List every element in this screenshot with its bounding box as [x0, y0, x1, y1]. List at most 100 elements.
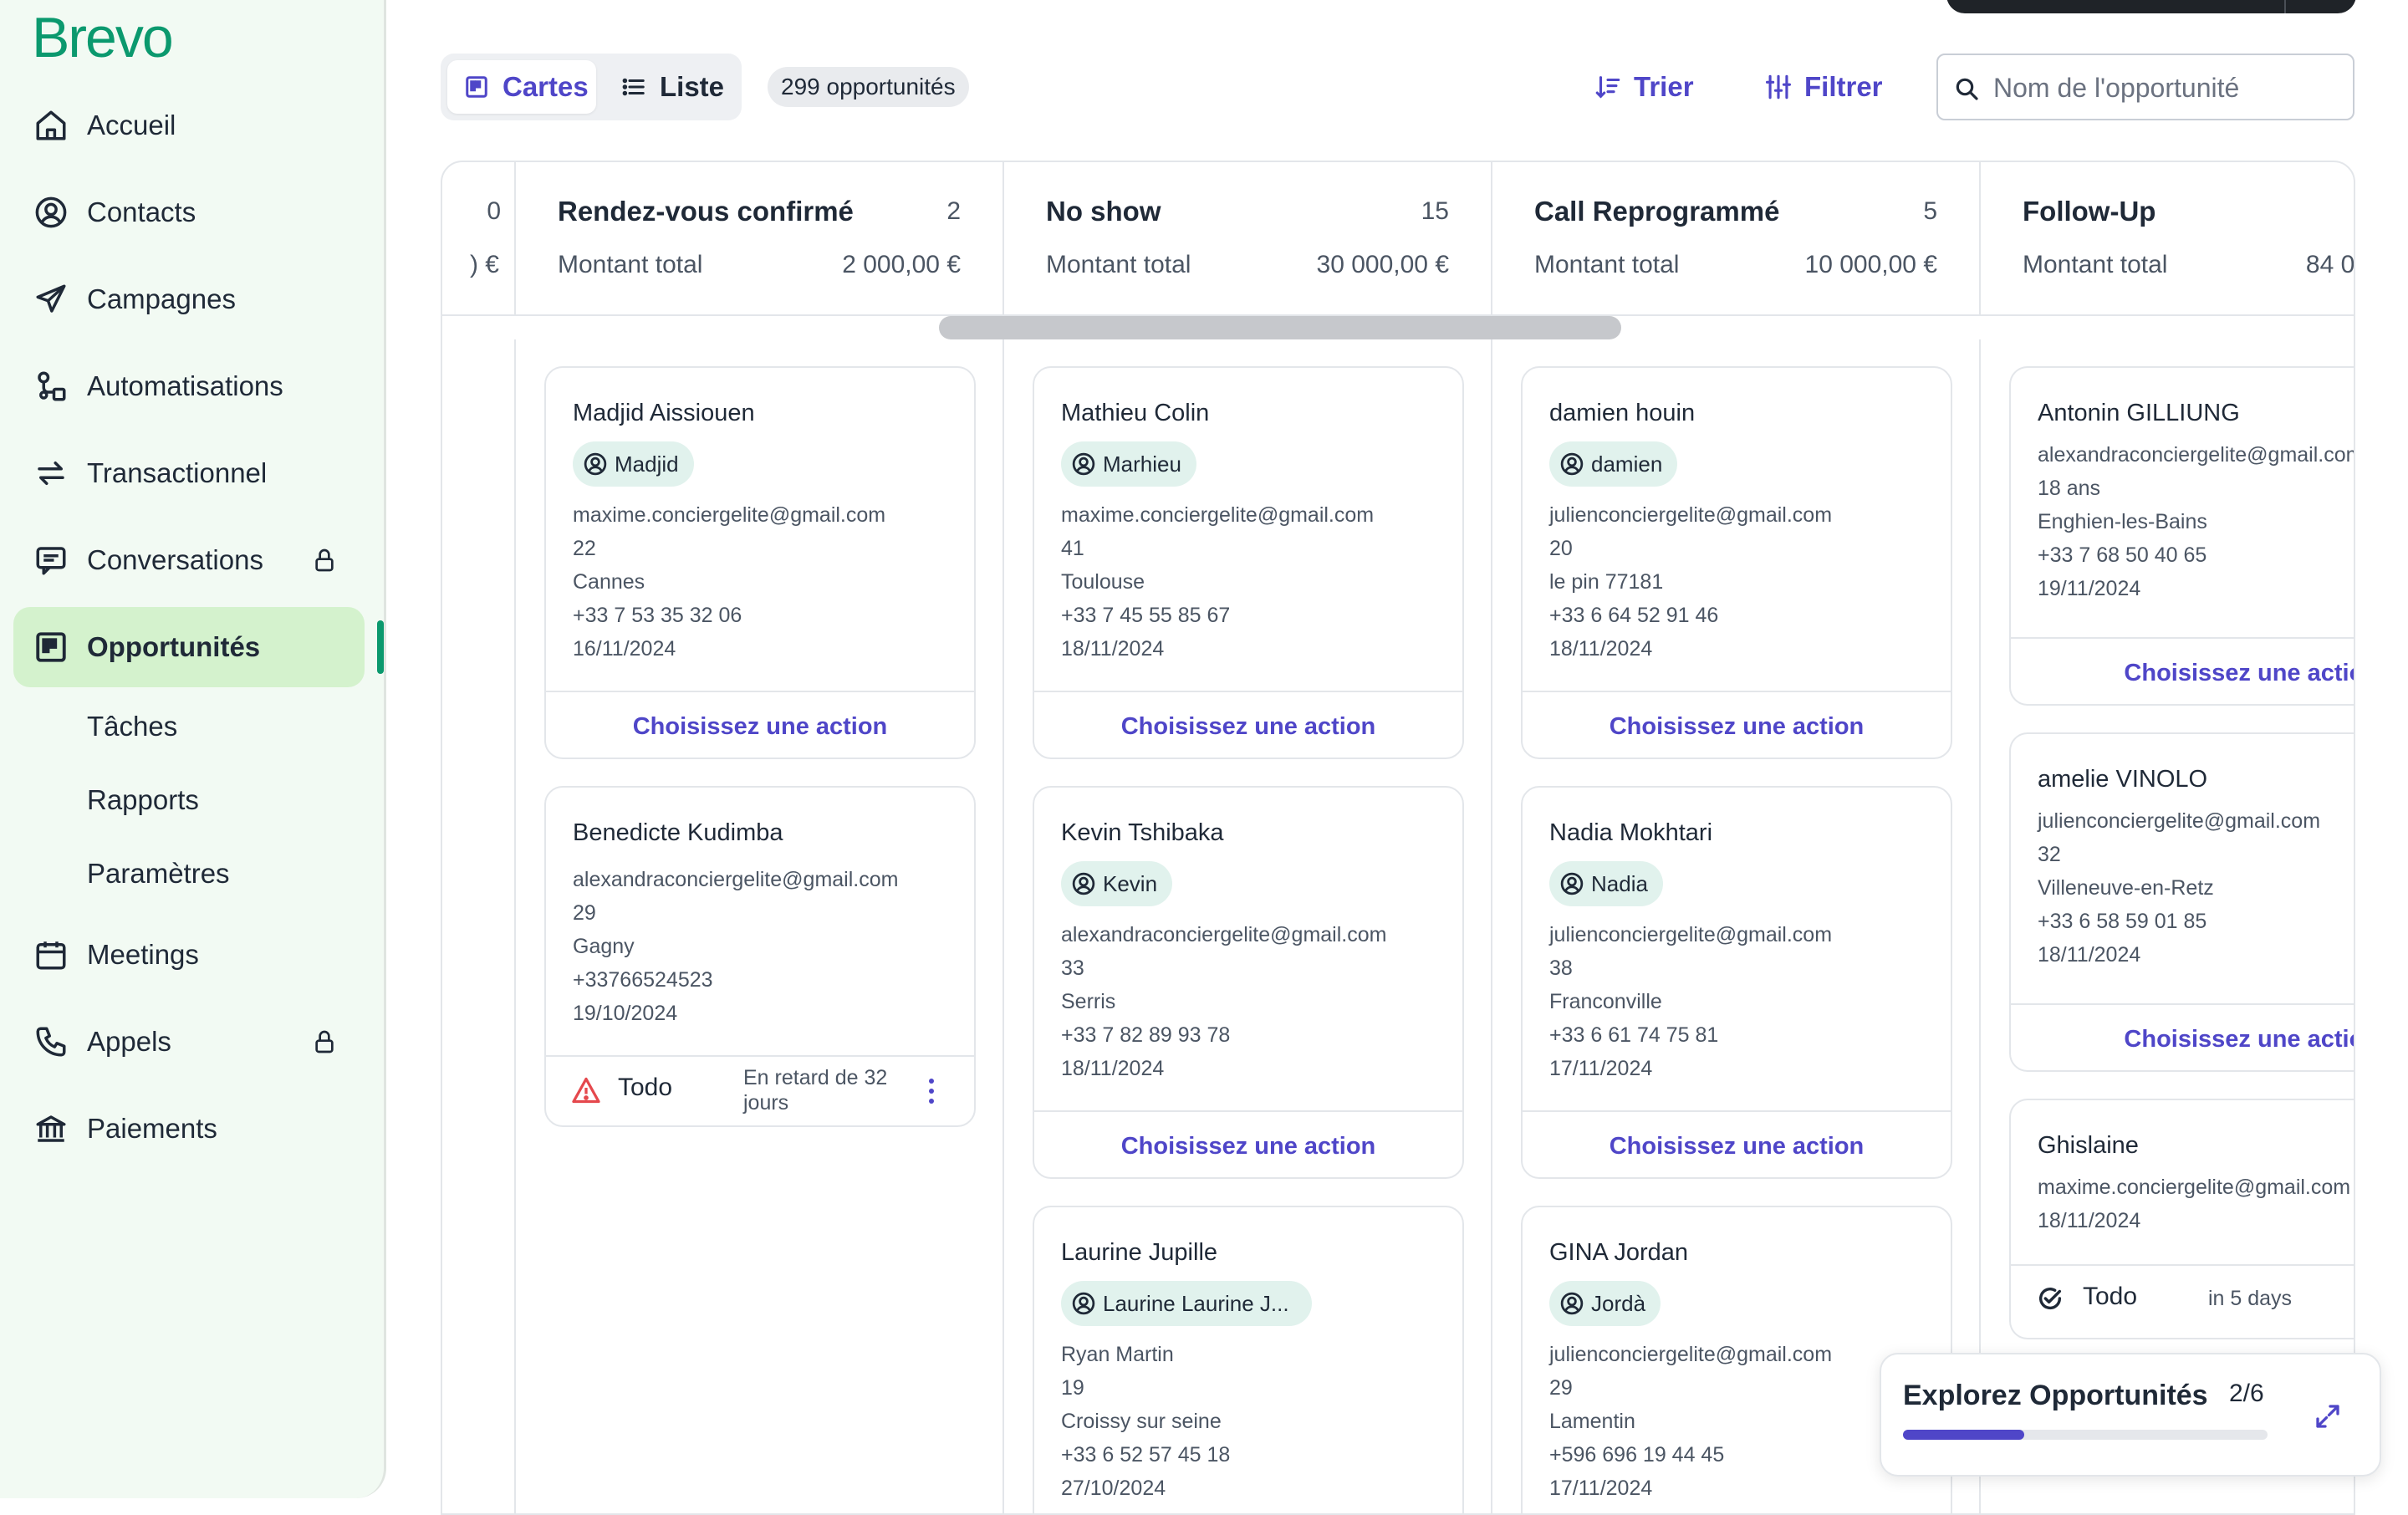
opportunity-card[interactable]: damien houin damien julienconciergelite@…	[1521, 366, 1952, 759]
card-age: 19	[1061, 1376, 1084, 1400]
column-header[interactable]: 0 ) €	[442, 162, 516, 314]
card-email: julienconciergelite@gmail.com	[2038, 809, 2321, 833]
card-age: 29	[573, 901, 596, 925]
card-phone: +33 7 53 35 32 06	[573, 604, 742, 627]
sidebar-item-paiements[interactable]: Paiements	[13, 1089, 365, 1169]
choose-action-button[interactable]: Choisissez une action	[546, 691, 974, 758]
choose-action-button[interactable]: Choisissez une action	[1034, 691, 1462, 758]
sidebar-item-accueil[interactable]: Accueil	[13, 85, 365, 166]
sidebar-subitem-rapports[interactable]: Rapports	[87, 784, 199, 816]
sort-button[interactable]: Trier	[1594, 67, 1694, 107]
task-label: Todo	[2083, 1283, 2138, 1310]
task-row[interactable]: Todo in 5 days	[2011, 1264, 2354, 1333]
column-header[interactable]: No show 15 Montant total 30 000,00 €	[1004, 162, 1492, 314]
sidebar-item-appels[interactable]: Appels	[13, 1002, 365, 1082]
choose-action-button[interactable]: Choisissez une action	[2011, 637, 2354, 704]
active-indicator	[377, 620, 384, 674]
owner-chip-label: damien	[1591, 451, 1663, 477]
choose-action-button[interactable]: Choisissez une action	[1034, 1110, 1462, 1177]
card-date: 18/11/2024	[2038, 943, 2141, 967]
filter-icon	[1765, 74, 1792, 99]
card-age: 20	[1549, 537, 1573, 560]
sidebar-item-label: Automatisations	[87, 370, 283, 401]
column-count: 5	[1923, 197, 1937, 225]
card-email: alexandraconciergelite@gmail.com	[573, 868, 899, 891]
chat-icon	[36, 547, 66, 575]
explore-title: Explorez Opportunités	[1903, 1380, 2208, 1411]
opportunity-card[interactable]: Nadia Mokhtari Nadia julienconciergelite…	[1521, 786, 1952, 1179]
owner-chip[interactable]: Madjid	[573, 441, 694, 487]
choose-action-button[interactable]: Choisissez une action	[1523, 1110, 1951, 1177]
brevo-logo[interactable]: Brevo	[32, 5, 174, 70]
owner-chip[interactable]: damien	[1549, 441, 1678, 487]
card-title: Mathieu Colin	[1061, 400, 1210, 426]
opportunity-card[interactable]: Kevin Tshibaka Kevin alexandraconciergel…	[1033, 786, 1464, 1179]
card-age: 18 ans	[2038, 477, 2101, 500]
sidebar-item-automatisations[interactable]: Automatisations	[13, 346, 365, 426]
card-city: Croissy sur seine	[1061, 1410, 1222, 1433]
column-header[interactable]: Call Reprogrammé 5 Montant total 10 000,…	[1492, 162, 1981, 314]
choose-action-button[interactable]: Choisissez une action	[2011, 1003, 2354, 1070]
view-list-button[interactable]: Liste	[605, 60, 735, 114]
filter-label: Filtrer	[1804, 71, 1883, 102]
opportunity-card[interactable]: Antonin GILLIUNG alexandraconciergelite@…	[2009, 366, 2355, 706]
warning-icon	[572, 1077, 600, 1104]
card-city: Lamentin	[1549, 1410, 1635, 1433]
owner-chip[interactable]: Nadia	[1549, 861, 1663, 906]
owner-chip[interactable]: Marhieu	[1061, 441, 1196, 487]
filter-button[interactable]: Filtrer	[1764, 67, 1883, 107]
task-due: En retard de 32	[743, 1066, 888, 1089]
view-cards-button[interactable]: Cartes	[447, 60, 596, 114]
scrollbar-thumb[interactable]	[939, 316, 1621, 339]
search-input[interactable]	[1993, 67, 2336, 109]
sidebar-item-meetings[interactable]: Meetings	[13, 915, 365, 995]
sidebar-item-transactionnel[interactable]: Transactionnel	[13, 433, 365, 513]
sidebar-item-label: Accueil	[87, 110, 176, 140]
sidebar-item-contacts[interactable]: Contacts	[13, 172, 365, 252]
more-options-icon[interactable]	[927, 1077, 936, 1105]
card-age: 32	[2038, 843, 2061, 866]
sidebar-subitem-parametres[interactable]: Paramètres	[87, 858, 230, 890]
column-header[interactable]: Rendez-vous confirmé 2 Montant total 2 0…	[516, 162, 1004, 314]
opportunity-card[interactable]: Laurine Jupille Laurine Laurine J... Rya…	[1033, 1206, 1464, 1513]
task-due: in 5 days	[2208, 1287, 2293, 1310]
card-title: damien houin	[1549, 400, 1696, 426]
sidebar-item-campagnes[interactable]: Campagnes	[13, 259, 365, 339]
card-date: 18/11/2024	[2038, 1209, 2141, 1232]
user-circle-icon	[584, 452, 607, 476]
search-box	[1936, 54, 2354, 120]
opportunity-card[interactable]: Mathieu Colin Marhieu maxime.conciergeli…	[1033, 366, 1464, 759]
card-email: alexandraconciergelite@gmail.com	[2038, 443, 2355, 467]
card-phone: +596 696 19 44 45	[1549, 1443, 1725, 1467]
sidebar-item-conversations[interactable]: Conversations	[13, 520, 365, 600]
opportunity-card[interactable]: Madjid Aissiouen Madjid maxime.concierge…	[544, 366, 976, 759]
top-action-button[interactable]	[1946, 0, 2356, 13]
card-city: Franconville	[1549, 990, 1662, 1013]
card-email: julienconciergelite@gmail.com	[1549, 923, 1833, 946]
card-phone: +33 7 68 50 40 65	[2038, 543, 2207, 567]
lock-icon	[315, 1030, 334, 1053]
owner-chip[interactable]: Jordà	[1549, 1281, 1661, 1326]
task-row[interactable]: Todo En retard de 32 jours	[546, 1055, 974, 1124]
view-toggle: Cartes Liste	[441, 54, 742, 120]
explore-opportunities-widget[interactable]: Explorez Opportunités 2/6	[1880, 1353, 2381, 1477]
card-title: Laurine Jupille	[1061, 1239, 1218, 1266]
owner-chip[interactable]: Laurine Laurine J...	[1061, 1281, 1312, 1326]
card-age: 33	[1061, 956, 1084, 980]
opportunity-card[interactable]: amelie VINOLO julienconciergelite@gmail.…	[2009, 732, 2354, 1072]
column-divider	[1491, 339, 1492, 1513]
card-contact: Ryan Martin	[1061, 1343, 1174, 1366]
expand-icon[interactable]	[2313, 1401, 2343, 1431]
column-divider	[1979, 339, 1981, 1513]
column-divider	[1002, 339, 1004, 1513]
sidebar-item-opportunites[interactable]: Opportunités	[13, 607, 365, 687]
horizontal-scrollbar[interactable]	[939, 316, 1621, 339]
card-phone: +33 7 45 55 85 67	[1061, 604, 1231, 627]
opportunity-card[interactable]: Benedicte Kudimba alexandraconciergelite…	[544, 786, 976, 1127]
column-header[interactable]: Follow-Up Montant total 84 00	[1981, 162, 2354, 314]
owner-chip[interactable]: Kevin	[1061, 861, 1173, 906]
opportunity-card[interactable]: Ghislaine maxime.conciergelite@gmail.com…	[2009, 1099, 2354, 1339]
user-circle-icon	[1560, 1292, 1584, 1315]
choose-action-button[interactable]: Choisissez une action	[1523, 691, 1951, 758]
sidebar-subitem-taches[interactable]: Tâches	[87, 711, 177, 742]
